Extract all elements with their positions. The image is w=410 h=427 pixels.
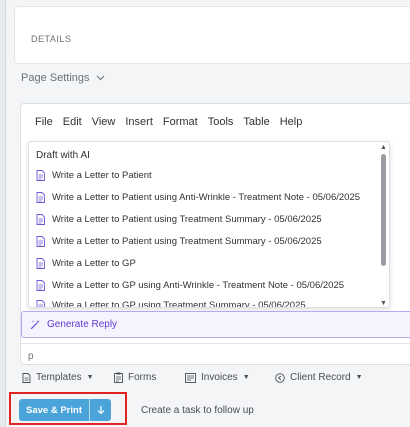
- scroll-up-arrow-icon[interactable]: ▲: [380, 144, 387, 151]
- invoices-label: Invoices: [201, 372, 238, 383]
- ai-draft-item-label: Write a Letter to GP using Anti-Wrinkle …: [52, 279, 345, 291]
- generate-reply-label: Generate Reply: [47, 319, 118, 330]
- dropdown-scrollbar[interactable]: ▲ ▼: [380, 144, 387, 307]
- save-print-split-button[interactable]: Save & Print: [19, 399, 111, 421]
- left-edge-panel: [0, 0, 6, 427]
- create-task-link[interactable]: Create a task to follow up: [141, 405, 254, 416]
- ai-draft-item[interactable]: Write a Letter to Patient: [36, 167, 152, 183]
- generate-reply-button[interactable]: Generate Reply: [21, 311, 410, 338]
- editor-status-bar: p: [21, 343, 410, 365]
- save-print-button[interactable]: Save & Print: [19, 399, 89, 421]
- document-icon: [36, 169, 45, 181]
- templates-label: Templates: [36, 372, 82, 383]
- ai-draft-item-label: Write a Letter to Patient: [52, 169, 152, 181]
- chevron-down-icon: [96, 75, 104, 81]
- menu-edit[interactable]: Edit: [63, 116, 82, 128]
- templates-menu[interactable]: Templates ▼: [22, 372, 94, 383]
- ai-draft-item[interactable]: Write a Letter to Patient using Anti-Wri…: [36, 189, 360, 205]
- menu-format[interactable]: Format: [163, 116, 198, 128]
- client-record-menu[interactable]: Client Record ▼: [275, 372, 363, 383]
- element-path: p: [28, 351, 34, 362]
- save-options-dropdown[interactable]: [89, 399, 111, 421]
- invoice-icon: [185, 372, 196, 383]
- ai-draft-item[interactable]: Write a Letter to Patient using Treatmen…: [36, 211, 322, 227]
- menu-file[interactable]: File: [35, 116, 53, 128]
- magic-wand-icon: [30, 320, 40, 330]
- ai-draft-item[interactable]: Write a Letter to Patient using Treatmen…: [36, 233, 322, 249]
- document-icon: [36, 191, 45, 203]
- document-icon: [36, 299, 45, 307]
- ai-draft-item-label: Write a Letter to Patient using Anti-Wri…: [52, 191, 361, 203]
- invoices-menu[interactable]: Invoices ▼: [185, 372, 250, 383]
- scrollbar-thumb[interactable]: [381, 154, 386, 266]
- ai-draft-item-label: Write a Letter to GP: [52, 257, 136, 269]
- document-icon: [36, 235, 45, 247]
- bottom-toolbar: Templates ▼ Forms Invoices ▼ Client Reco…: [22, 372, 402, 388]
- editor-menubar: File Edit View Insert Format Tools Table…: [35, 116, 302, 128]
- client-record-label: Client Record: [290, 372, 351, 383]
- menu-table[interactable]: Table: [243, 116, 269, 128]
- ai-draft-item-label: Write a Letter to Patient using Treatmen…: [52, 213, 322, 225]
- draft-with-ai-dropdown: Draft with AI Write a Letter to Patient …: [28, 141, 390, 308]
- scroll-down-arrow-icon[interactable]: ▼: [380, 300, 387, 307]
- caret-down-icon: ▼: [86, 374, 94, 381]
- forms-menu[interactable]: Forms: [114, 372, 156, 383]
- template-icon: [22, 372, 31, 383]
- page-settings-label: Page Settings: [21, 72, 90, 84]
- ai-draft-item-label: Write a Letter to Patient using Treatmen…: [52, 235, 322, 247]
- ai-draft-item[interactable]: Write a Letter to GP: [36, 255, 136, 271]
- menu-help[interactable]: Help: [280, 116, 303, 128]
- menu-view[interactable]: View: [92, 116, 116, 128]
- ai-draft-item-label: Write a Letter to GP using Treatment Sum…: [52, 299, 306, 308]
- menu-insert[interactable]: Insert: [125, 116, 153, 128]
- arrow-down-icon: [97, 406, 104, 415]
- details-card: DETAILS: [14, 6, 410, 64]
- details-label: DETAILS: [31, 34, 72, 44]
- document-icon: [36, 279, 45, 291]
- document-icon: [36, 213, 45, 225]
- forms-icon: [114, 372, 123, 383]
- caret-down-icon: ▼: [355, 374, 363, 381]
- caret-down-icon: ▼: [242, 374, 250, 381]
- page-settings-toggle[interactable]: Page Settings: [21, 72, 105, 84]
- ai-draft-item[interactable]: Write a Letter to GP using Anti-Wrinkle …: [36, 277, 344, 293]
- dropdown-header: Draft with AI: [36, 150, 90, 161]
- document-icon: [36, 257, 45, 269]
- ai-draft-item[interactable]: Write a Letter to GP using Treatment Sum…: [36, 297, 306, 308]
- info-circle-icon: [275, 372, 285, 383]
- menu-tools[interactable]: Tools: [208, 116, 234, 128]
- forms-label: Forms: [128, 372, 157, 383]
